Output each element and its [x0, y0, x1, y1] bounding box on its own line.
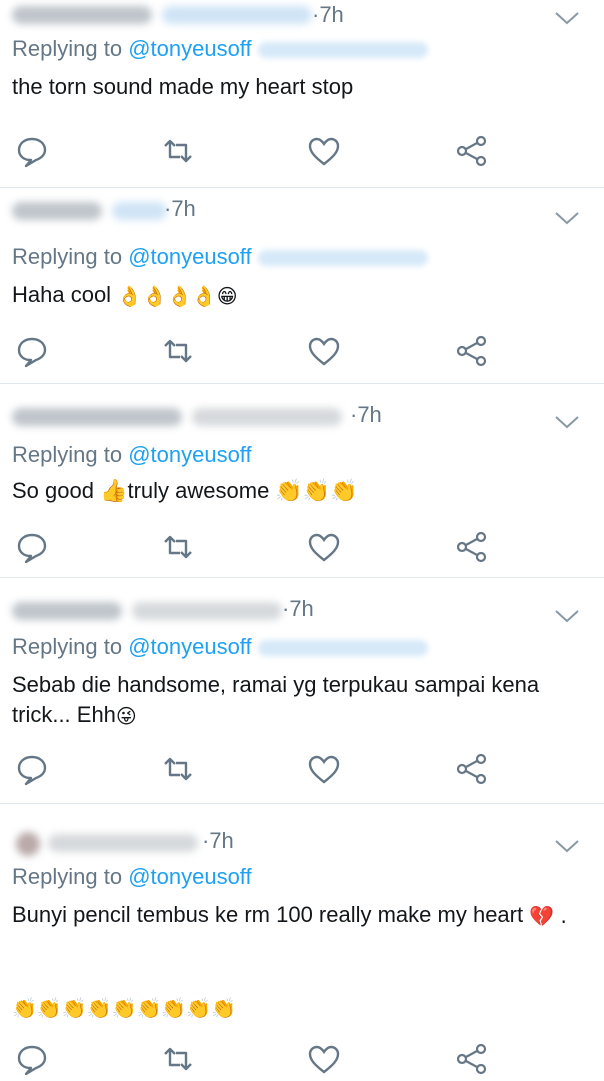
chevron-down-icon[interactable]: [554, 10, 580, 26]
timestamp: ·7h: [282, 596, 314, 621]
chevron-down-icon[interactable]: [554, 414, 580, 430]
emoji-run: 💔 .: [529, 904, 567, 929]
reply-handle-link[interactable]: @tonyeusoff: [128, 36, 251, 61]
share-icon[interactable]: [454, 1042, 490, 1076]
reply-icon[interactable]: [14, 752, 50, 786]
timestamp: ·7h: [164, 196, 196, 221]
tweet-text: the torn sound made my heart stop: [12, 74, 354, 99]
tweet-actions: [0, 134, 604, 168]
tweet-header: ·7h: [12, 188, 544, 221]
blurred-handle: [112, 202, 167, 220]
chevron-down-icon[interactable]: [554, 838, 580, 854]
replying-to: Replying to @tonyeusoff: [12, 244, 428, 270]
tweet-text: Bunyi pencil tembus ke rm 100 really mak…: [12, 902, 567, 929]
timestamp: ·7h: [350, 402, 382, 427]
reply-icon[interactable]: [14, 334, 50, 368]
blurred-name: [12, 202, 102, 220]
share-icon[interactable]: [454, 530, 490, 564]
share-icon[interactable]: [454, 752, 490, 786]
tweet-text: Sebab die handsome, ramai yg terpukau sa…: [12, 672, 540, 729]
emoji-run: 👍truly awesome 👏👏👏: [100, 478, 358, 503]
reply-icon[interactable]: [14, 1042, 50, 1076]
tweet-header: ·7h: [12, 384, 544, 427]
share-icon[interactable]: [454, 334, 490, 368]
tweet-header: ·7h: [12, 804, 544, 856]
tweet-actions: [0, 530, 604, 564]
blurred-handle: [192, 408, 342, 426]
retweet-icon[interactable]: [160, 752, 196, 786]
timestamp: ·7h: [202, 828, 234, 853]
blurred-name: [12, 6, 152, 24]
tweet-5[interactable]: ·7h Replying to @tonyeusoff Bunyi pencil…: [0, 804, 604, 1080]
reply-icon[interactable]: [14, 530, 50, 564]
emoji-line: 👏👏👏👏👏👏👏👏👏: [12, 996, 237, 1021]
replying-to: Replying to @tonyeusoff: [12, 36, 428, 62]
like-icon[interactable]: [306, 134, 342, 168]
like-icon[interactable]: [306, 334, 342, 368]
blurred-name: [12, 602, 122, 620]
retweet-icon[interactable]: [160, 134, 196, 168]
blurred-name: [48, 834, 198, 852]
reply-handle-link[interactable]: @tonyeusoff: [128, 442, 251, 467]
share-icon[interactable]: [454, 134, 490, 168]
tweet-actions: [0, 334, 604, 368]
tweet-text: So good 👍truly awesome 👏👏👏: [12, 478, 358, 503]
blurred-name: [12, 408, 182, 426]
reply-handle-link[interactable]: @tonyeusoff: [128, 244, 251, 269]
replying-to: Replying to @tonyeusoff: [12, 634, 428, 660]
tweet-header: ·7h: [12, 578, 544, 621]
emoji-run: 👌👌👌👌😁: [117, 284, 238, 309]
retweet-icon[interactable]: [160, 334, 196, 368]
chevron-down-icon[interactable]: [554, 210, 580, 226]
replying-to: Replying to @tonyeusoff: [12, 864, 252, 889]
reply-icon[interactable]: [14, 134, 50, 168]
tweet-1[interactable]: ·7h Replying to @tonyeusoff the torn sou…: [0, 0, 604, 188]
tweet-text: Haha cool 👌👌👌👌😁: [12, 282, 238, 309]
tweet-actions: [0, 1042, 604, 1076]
tweet-actions: [0, 752, 604, 786]
reply-handle-link[interactable]: @tonyeusoff: [128, 864, 251, 889]
emoji-run: 😜: [115, 704, 137, 729]
reply-handle-link[interactable]: @tonyeusoff: [128, 634, 251, 659]
tweet-4[interactable]: ·7h Replying to @tonyeusoff Sebab die ha…: [0, 578, 604, 804]
blurred-handle: [162, 6, 312, 24]
tweet-3[interactable]: ·7h Replying to @tonyeusoff So good 👍tru…: [0, 384, 604, 578]
tweet-2[interactable]: ·7h Replying to @tonyeusoff Haha cool 👌👌…: [0, 188, 604, 384]
retweet-icon[interactable]: [160, 1042, 196, 1076]
replying-to: Replying to @tonyeusoff: [12, 442, 252, 467]
timestamp: ·7h: [312, 2, 344, 27]
avatar[interactable]: [16, 832, 40, 856]
like-icon[interactable]: [306, 1042, 342, 1076]
blurred-handle: [132, 602, 282, 620]
tweet-header: ·7h: [12, 0, 544, 30]
like-icon[interactable]: [306, 530, 342, 564]
like-icon[interactable]: [306, 752, 342, 786]
retweet-icon[interactable]: [160, 530, 196, 564]
chevron-down-icon[interactable]: [554, 608, 580, 624]
